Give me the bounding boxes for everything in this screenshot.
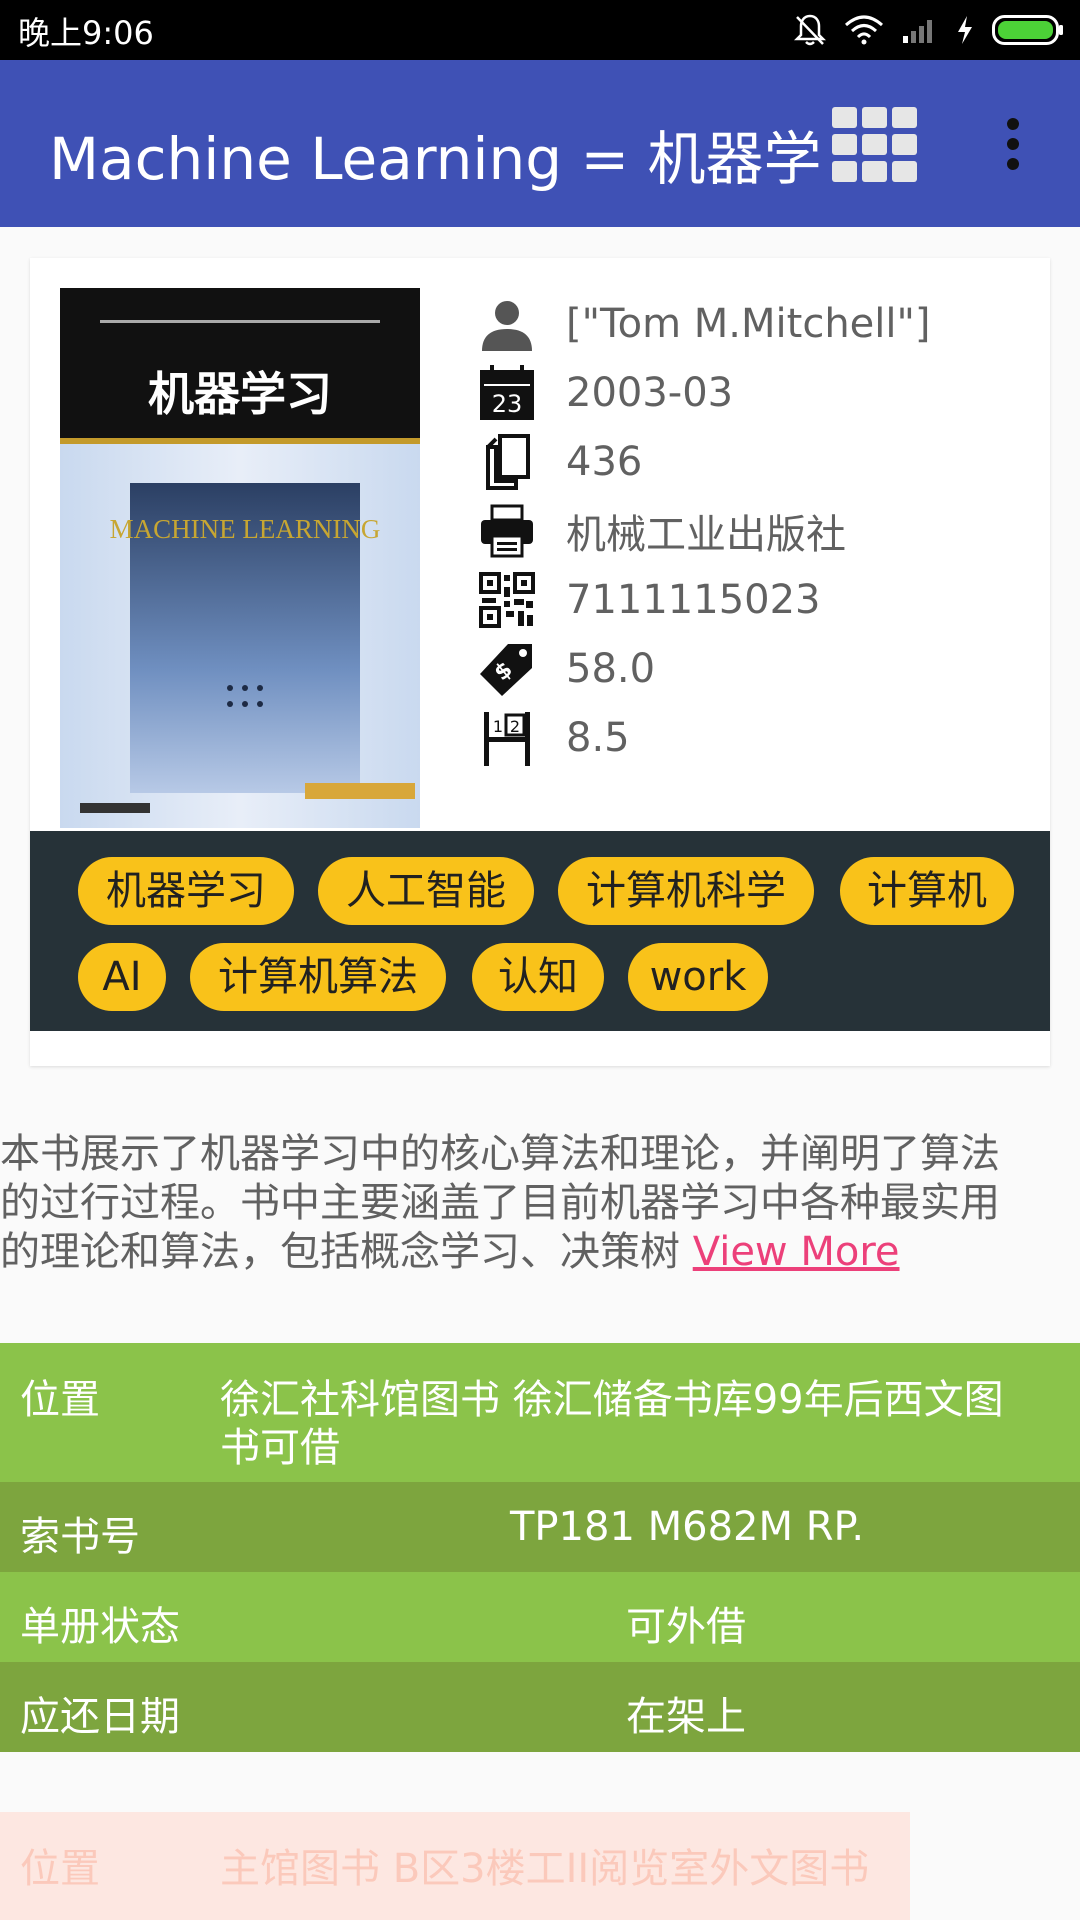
tag-bar: 机器学习 人工智能 计算机科学 计算机 AI 计算机算法 认知 work — [30, 831, 1050, 1031]
location-label: 位置 — [20, 1377, 100, 1423]
page-title: Machine Learning = 机器学 — [49, 125, 822, 193]
battery-icon — [992, 15, 1063, 45]
item-status-label: 单册状态 — [20, 1604, 180, 1650]
book-summary: 本书展示了机器学习中的核心算法和理论，并阐明了算法 的过行过程。书中主要涵盖了目… — [0, 1130, 1080, 1277]
due-date-value: 在架上 — [626, 1694, 746, 1740]
tag-chip[interactable]: 认知 — [472, 943, 604, 1011]
price-row: $ 58.0 — [478, 641, 655, 697]
status-bar: 晚上9:06 — [0, 0, 1080, 60]
status-icons — [794, 10, 1064, 50]
due-date-row: 应还日期 在架上 — [0, 1662, 1080, 1752]
mute-bell-icon — [794, 14, 826, 46]
summary-line-last: 的理论和算法，包括概念学习、决策树 View More — [0, 1228, 1080, 1277]
publisher-text: 机械工业出版社 — [566, 512, 846, 558]
item-status-value: 可外借 — [626, 1604, 746, 1650]
tag-chip[interactable]: work — [628, 943, 768, 1011]
app-bar: Machine Learning = 机器学 — [0, 60, 1080, 227]
author-row: ["Tom M.Mitchell"] — [478, 296, 931, 352]
svg-text:2: 2 — [510, 717, 520, 736]
location-value-line2: 书可借 — [220, 1425, 340, 1471]
more-options-icon[interactable] — [1003, 118, 1023, 170]
tag-chip[interactable]: AI — [78, 943, 166, 1011]
isbn-row: 7111115023 — [478, 572, 821, 628]
isbn-text: 7111115023 — [566, 577, 821, 623]
tag-chip[interactable]: 计算机 — [840, 857, 1014, 925]
pubdate-row: 23 2003-03 — [478, 365, 733, 421]
due-date-label: 应还日期 — [20, 1694, 180, 1740]
pubdate-text: 2003-03 — [566, 370, 734, 416]
wifi-icon — [845, 15, 883, 45]
calendar-day-text: 23 — [492, 390, 523, 418]
summary-line-text: 的理论和算法，包括概念学习、决策树 — [0, 1229, 693, 1275]
rating-board-icon: 2 1 — [484, 712, 530, 766]
grid-view-icon[interactable] — [830, 105, 920, 185]
price-text: 58.0 — [566, 646, 656, 692]
signal-icon — [903, 20, 932, 43]
rating-row: 2 1 8.5 — [478, 710, 630, 766]
status-time: 晚上9:06 — [18, 14, 154, 52]
price-tag-icon: $ — [480, 644, 532, 696]
tag-chip[interactable]: 人工智能 — [318, 857, 534, 925]
call-number-value: TP181 M682M RP. — [510, 1504, 865, 1550]
rating-text: 8.5 — [566, 715, 630, 761]
tag-chip[interactable]: 计算机科学 — [558, 857, 814, 925]
call-number-label: 索书号 — [20, 1514, 140, 1560]
summary-line: 本书展示了机器学习中的核心算法和理论，并阐明了算法 — [0, 1131, 1000, 1177]
view-more-link[interactable]: View More — [693, 1229, 900, 1275]
item-status-row: 单册状态 可外借 — [0, 1572, 1080, 1662]
book-card: 机器学习 MACHINE LEARNING ["Tom M.Mitchell"]… — [30, 258, 1050, 1066]
calendar-icon: 23 — [480, 365, 534, 420]
author-text: ["Tom M.Mitchell"] — [566, 301, 931, 347]
charging-icon — [958, 16, 972, 44]
publisher-row: 机械工业出版社 — [478, 503, 846, 559]
location-row: 位置 徐汇社科馆图书 徐汇储备书库99年后西文图 书可借 — [0, 1343, 1080, 1482]
next-location-label: 位置 — [20, 1846, 100, 1892]
pages-row: 436 — [478, 434, 642, 490]
summary-line: 的过行过程。书中主要涵盖了目前机器学习中各种最实用 — [0, 1180, 1000, 1226]
tag-chip[interactable]: 机器学习 — [78, 857, 294, 925]
call-number-row: 索书号 TP181 M682M RP. — [0, 1482, 1080, 1572]
cover-subtitle: MACHINE LEARNING — [110, 514, 381, 544]
person-icon — [482, 301, 532, 351]
printer-icon — [481, 504, 533, 558]
pages-icon — [486, 434, 530, 490]
cover-title: 机器学习 — [148, 367, 332, 421]
tag-chip[interactable]: 计算机算法 — [190, 943, 446, 1011]
svg-text:1: 1 — [493, 717, 503, 736]
qrcode-icon — [479, 572, 535, 628]
next-location-value: 主馆图书 B区3楼工II阅览室外文图书 — [220, 1846, 870, 1892]
book-cover-image[interactable]: 机器学习 MACHINE LEARNING — [60, 288, 420, 828]
pages-text: 436 — [566, 439, 643, 485]
next-location-row: 位置 主馆图书 B区3楼工II阅览室外文图书 — [0, 1812, 910, 1920]
